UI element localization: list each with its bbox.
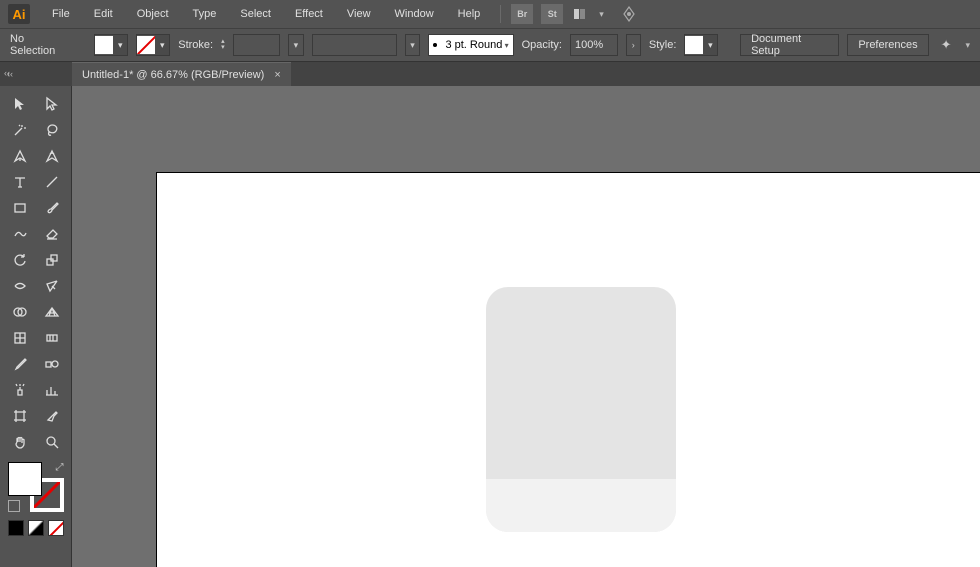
shaper-tool[interactable]: [5, 222, 35, 246]
eraser-tool[interactable]: [37, 222, 67, 246]
rectangle-tool[interactable]: [5, 196, 35, 220]
brush-dot-icon: [433, 43, 437, 47]
variable-width-profile[interactable]: [312, 34, 397, 56]
opacity-label: Opacity:: [522, 39, 562, 51]
document-tabstrip: ‹‹ Untitled-1* @ 66.67% (RGB/Preview) ×: [0, 62, 980, 86]
mesh-tool[interactable]: [5, 326, 35, 350]
magic-wand-tool[interactable]: [5, 118, 35, 142]
lasso-tool[interactable]: [37, 118, 67, 142]
width-tool[interactable]: [5, 274, 35, 298]
selection-status: No Selection: [10, 33, 69, 57]
tools-panel: ⤢: [0, 86, 72, 567]
stock-icon[interactable]: St: [541, 4, 563, 24]
menu-effect[interactable]: Effect: [285, 4, 333, 24]
chevron-down-icon[interactable]: ▾: [965, 40, 970, 51]
direct-selection-tool[interactable]: [37, 92, 67, 116]
menu-window[interactable]: Window: [385, 4, 444, 24]
chevron-down-icon[interactable]: ▾: [155, 35, 169, 55]
color-mode-gradient[interactable]: [28, 520, 44, 536]
tools-collapse-icon[interactable]: ‹‹: [4, 68, 10, 78]
chevron-down-icon[interactable]: ▾: [113, 35, 127, 55]
blend-tool[interactable]: [37, 352, 67, 376]
color-mode-solid[interactable]: [8, 520, 24, 536]
gpu-preview-icon[interactable]: [618, 4, 640, 24]
stroke-label: Stroke:: [178, 39, 213, 51]
zoom-tool[interactable]: [37, 430, 67, 454]
artwork-rounded-rect-highlight: [486, 479, 676, 532]
style-label: Style:: [649, 39, 677, 51]
chevron-down-icon[interactable]: ▾: [703, 35, 717, 55]
menu-view[interactable]: View: [337, 4, 381, 24]
opacity-chevron[interactable]: ›: [626, 34, 641, 56]
stroke-swatch[interactable]: ▾: [136, 34, 170, 56]
fill-swatch[interactable]: ▾: [94, 34, 128, 56]
preferences-button[interactable]: Preferences: [847, 34, 928, 56]
symbol-sprayer-tool[interactable]: [5, 378, 35, 402]
brush-definition[interactable]: 3 pt. Round ▾: [428, 34, 513, 56]
selection-tool[interactable]: [5, 92, 35, 116]
slice-tool[interactable]: [37, 404, 67, 428]
brush-value: 3 pt. Round: [445, 39, 502, 51]
artboard-tool[interactable]: [5, 404, 35, 428]
color-mode-none[interactable]: [48, 520, 64, 536]
menu-edit[interactable]: Edit: [84, 4, 123, 24]
chevron-down-icon[interactable]: ▾: [288, 34, 303, 56]
style-swatch[interactable]: ▾: [684, 34, 718, 56]
menu-type[interactable]: Type: [183, 4, 227, 24]
arrange-docs-icon[interactable]: [571, 4, 593, 24]
menu-select[interactable]: Select: [230, 4, 281, 24]
stroke-weight-stepper[interactable]: ▴▾: [221, 39, 225, 51]
chevron-down-icon[interactable]: ▾: [505, 41, 509, 50]
pen-tool[interactable]: [5, 144, 35, 168]
app-logo: Ai: [8, 4, 30, 24]
free-transform-tool[interactable]: [37, 274, 67, 298]
align-flyout-icon[interactable]: ✦: [937, 35, 956, 55]
opacity-field[interactable]: 100%: [570, 34, 618, 56]
chevron-down-icon[interactable]: ▾: [599, 9, 604, 20]
document-tab-title: Untitled-1* @ 66.67% (RGB/Preview): [82, 69, 264, 81]
menu-file[interactable]: File: [42, 4, 80, 24]
column-graph-tool[interactable]: [37, 378, 67, 402]
menu-object[interactable]: Object: [127, 4, 179, 24]
gradient-tool[interactable]: [37, 326, 67, 350]
fill-color-swatch[interactable]: [8, 462, 42, 496]
default-fill-stroke-icon[interactable]: [8, 500, 20, 512]
curvature-tool[interactable]: [37, 144, 67, 168]
fill-stroke-control[interactable]: ⤢: [8, 462, 64, 512]
line-segment-tool[interactable]: [37, 170, 67, 194]
close-icon[interactable]: ×: [274, 69, 280, 81]
type-tool[interactable]: [5, 170, 35, 194]
bridge-icon[interactable]: Br: [511, 4, 533, 24]
shape-builder-tool[interactable]: [5, 300, 35, 324]
color-mode-row: [4, 520, 67, 536]
document-tab[interactable]: Untitled-1* @ 66.67% (RGB/Preview) ×: [72, 62, 291, 86]
menu-help[interactable]: Help: [448, 4, 491, 24]
opacity-value: 100%: [575, 39, 603, 51]
control-bar: No Selection ▾ ▾ Stroke: ▴▾ ▾ ▾ 3 pt. Ro…: [0, 28, 980, 62]
hand-tool[interactable]: [5, 430, 35, 454]
eyedropper-tool[interactable]: [5, 352, 35, 376]
paintbrush-tool[interactable]: [37, 196, 67, 220]
panel-collapse-icon[interactable]: ‹‹: [0, 62, 20, 86]
workspace: ⤢: [0, 86, 980, 567]
separator: [500, 5, 501, 23]
chevron-down-icon[interactable]: ▾: [405, 34, 420, 56]
scale-tool[interactable]: [37, 248, 67, 272]
canvas[interactable]: [72, 86, 980, 567]
document-setup-button[interactable]: Document Setup: [740, 34, 839, 56]
swap-fill-stroke-icon[interactable]: ⤢: [56, 462, 64, 473]
perspective-grid-tool[interactable]: [37, 300, 67, 324]
rotate-tool[interactable]: [5, 248, 35, 272]
stroke-weight-field[interactable]: [233, 34, 281, 56]
menubar: Ai File Edit Object Type Select Effect V…: [0, 0, 980, 28]
